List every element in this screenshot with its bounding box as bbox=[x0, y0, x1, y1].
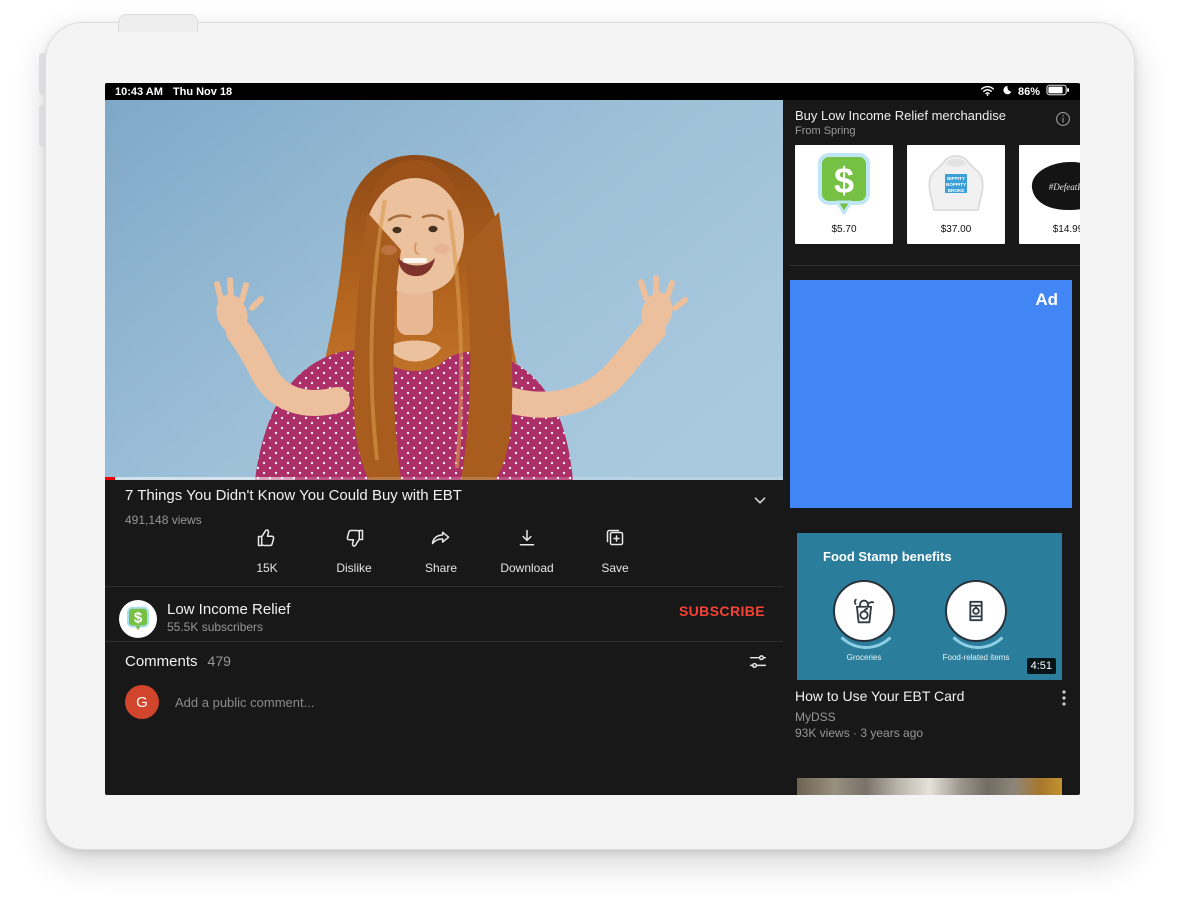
merch-product-fanny-pack[interactable]: #DefeatPov $14.99 bbox=[1019, 145, 1080, 244]
video-player[interactable] bbox=[105, 100, 783, 480]
tablet-camera-bump bbox=[118, 14, 198, 32]
thumb-up-icon bbox=[255, 526, 279, 555]
status-time: 10:43 AM bbox=[115, 86, 163, 98]
hoodie-print-line: BIPPITY bbox=[947, 176, 965, 181]
svg-text:$: $ bbox=[834, 160, 854, 201]
comments-sort-icon[interactable] bbox=[747, 651, 769, 673]
tablet-frame: 10:43 AM Thu Nov 18 86% bbox=[45, 22, 1135, 850]
product-price: $37.00 bbox=[907, 224, 1005, 235]
avatar-initial: G bbox=[136, 694, 148, 711]
comments-header: Comments 479 bbox=[125, 653, 231, 670]
channel-avatar[interactable]: $ bbox=[119, 600, 157, 638]
merch-shelf-title: Buy Low Income Relief merchandise bbox=[795, 108, 1006, 123]
share-icon bbox=[429, 526, 453, 555]
product-image: BIPPITY BOPPITY BROKE bbox=[907, 149, 1005, 219]
product-image: $ bbox=[795, 149, 893, 219]
chevron-down-icon[interactable] bbox=[749, 489, 771, 511]
battery-percent: 86% bbox=[1018, 86, 1040, 98]
wifi-icon bbox=[980, 85, 995, 99]
merch-shelf-source: From Spring bbox=[795, 125, 856, 137]
product-price: $14.99 bbox=[1019, 224, 1080, 235]
download-label: Download bbox=[500, 561, 553, 575]
circle-label: Food-related items bbox=[931, 653, 1021, 662]
save-playlist-icon bbox=[603, 526, 627, 555]
download-button[interactable]: Download bbox=[489, 526, 565, 575]
dislike-label: Dislike bbox=[336, 561, 371, 575]
product-image: #DefeatPov bbox=[1019, 149, 1080, 219]
status-bar: 10:43 AM Thu Nov 18 86% bbox=[105, 83, 1080, 100]
thumbnail-title: Food Stamp benefits bbox=[823, 549, 952, 564]
battery-icon bbox=[1046, 84, 1070, 99]
next-thumbnail-partial[interactable] bbox=[797, 778, 1062, 795]
comment-input[interactable]: Add a public comment... bbox=[175, 695, 314, 710]
food-can-icon bbox=[945, 580, 1007, 642]
suggested-video-channel: MyDSS bbox=[795, 710, 836, 724]
user-avatar[interactable]: G bbox=[125, 685, 159, 719]
thumb-down-icon bbox=[342, 526, 366, 555]
save-label: Save bbox=[601, 561, 628, 575]
page: 10:43 AM Thu Nov 18 86% bbox=[0, 0, 1200, 904]
suggested-video-title[interactable]: How to Use Your EBT Card bbox=[795, 688, 1045, 704]
divider bbox=[105, 641, 783, 642]
ad-label: Ad bbox=[1035, 290, 1058, 310]
share-label: Share bbox=[425, 561, 457, 575]
save-button[interactable]: Save bbox=[577, 526, 653, 575]
channel-subscribers: 55.5K subscribers bbox=[167, 620, 263, 634]
tablet-side-button bbox=[39, 53, 46, 95]
status-date: Thu Nov 18 bbox=[173, 86, 232, 98]
fanny-pack-print: #DefeatPov bbox=[1049, 182, 1080, 192]
video-frame-person bbox=[105, 100, 783, 480]
duration-badge: 4:51 bbox=[1027, 658, 1056, 674]
like-button[interactable]: 15K bbox=[229, 526, 305, 575]
kebab-menu-icon[interactable] bbox=[1057, 689, 1073, 707]
hoodie-print-line: BOPPITY bbox=[946, 182, 966, 187]
dislike-button[interactable]: Dislike bbox=[316, 526, 392, 575]
subscribe-button[interactable]: SUBSCRIBE bbox=[679, 603, 765, 619]
screen: 10:43 AM Thu Nov 18 86% bbox=[105, 83, 1080, 795]
groceries-icon bbox=[833, 580, 895, 642]
product-price: $5.70 bbox=[795, 224, 893, 235]
info-icon[interactable] bbox=[1055, 111, 1071, 127]
merch-product-dollar-sticker[interactable]: $ $5.70 bbox=[795, 145, 893, 244]
hoodie-print-line: BROKE bbox=[948, 188, 965, 193]
comments-title: Comments bbox=[125, 653, 198, 670]
ad-banner[interactable]: Ad bbox=[790, 280, 1072, 508]
circle-label: Groceries bbox=[819, 653, 909, 662]
comments-count: 479 bbox=[208, 653, 231, 669]
video-progress-buffer bbox=[105, 477, 295, 480]
video-title: 7 Things You Didn't Know You Could Buy w… bbox=[125, 487, 725, 504]
suggested-video-thumbnail[interactable]: Food Stamp benefits Groceries Food-relat… bbox=[797, 533, 1062, 680]
divider bbox=[105, 586, 783, 587]
view-count: 491,148 views bbox=[125, 513, 202, 527]
share-button[interactable]: Share bbox=[403, 526, 479, 575]
like-count: 15K bbox=[256, 561, 277, 575]
merch-product-hoodie[interactable]: BIPPITY BOPPITY BROKE $37.00 bbox=[907, 145, 1005, 244]
svg-text:$: $ bbox=[134, 609, 143, 626]
suggested-video-meta: 93K views · 3 years ago bbox=[795, 726, 923, 740]
moon-icon bbox=[1001, 85, 1012, 99]
divider bbox=[790, 265, 1080, 266]
video-progress-played bbox=[105, 477, 115, 480]
download-icon bbox=[515, 526, 539, 555]
channel-name[interactable]: Low Income Relief bbox=[167, 601, 290, 618]
tablet-side-button bbox=[39, 105, 46, 147]
